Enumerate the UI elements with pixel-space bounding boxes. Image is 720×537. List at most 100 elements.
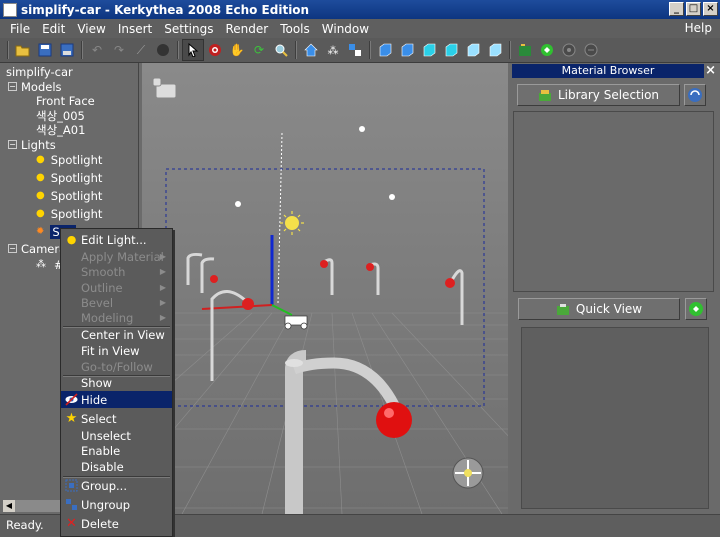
quick-view-icon — [556, 303, 569, 315]
bulb-icon: ● — [36, 154, 45, 165]
cube-front-icon[interactable] — [374, 39, 396, 61]
wand-icon[interactable]: ⟋ — [130, 39, 152, 61]
navigation-gizmo — [452, 457, 484, 489]
tree-light-item[interactable]: ● Spotlight — [36, 170, 102, 185]
submenu-arrow-icon: ▶ — [159, 313, 166, 322]
library-selection-button[interactable]: Library Selection — [517, 84, 680, 106]
cube-top-icon[interactable] — [462, 39, 484, 61]
menu-select[interactable]: ★ Select — [61, 410, 172, 427]
menu-center-in-view[interactable]: Center in View — [61, 326, 172, 343]
gear2-icon[interactable] — [580, 39, 602, 61]
menu-modeling[interactable]: Modeling ▶ — [61, 309, 172, 326]
close-icon[interactable]: × — [705, 63, 716, 78]
tree-root[interactable]: simplify-car — [6, 64, 73, 79]
app-icon — [3, 2, 17, 17]
sphere-icon[interactable] — [152, 39, 174, 61]
menu-edit-light[interactable]: ● Edit Light... — [61, 231, 172, 248]
menu-render[interactable]: Render — [219, 22, 274, 36]
material-library-area[interactable] — [513, 111, 714, 292]
material-browser-title: Material Browser — [512, 64, 704, 78]
menu-show[interactable]: Show — [61, 374, 172, 391]
bulb-icon: ● — [66, 233, 77, 246]
tree-model-item[interactable]: 색상_A01 — [36, 122, 85, 137]
tree-model-item[interactable]: Front Face — [36, 93, 95, 108]
tree-models-node[interactable]: − Models — [8, 79, 62, 94]
target-icon[interactable] — [204, 39, 226, 61]
context-menu: ● Edit Light... Apply Material ▶ Smooth ▶ O… — [60, 228, 173, 537]
submenu-arrow-icon: ▶ — [159, 252, 166, 261]
quick-view-button[interactable]: Quick View — [518, 298, 680, 320]
menu-go-to-follow[interactable]: Go-to/Follow — [61, 358, 172, 375]
menu-delete[interactable]: ✕ Delete — [61, 515, 172, 532]
menu-fit-in-view[interactable]: Fit in View — [61, 342, 172, 359]
refresh-button[interactable] — [684, 84, 706, 106]
tree-lights-node[interactable]: − Lights — [8, 137, 56, 152]
select-icon[interactable] — [182, 39, 204, 61]
undo-icon[interactable]: ↶ — [86, 39, 108, 61]
toolbar: ↶ ↷ ⟋ ✋ ⟳ ⁂ — [0, 38, 720, 63]
gear-icon[interactable] — [558, 39, 580, 61]
menu-hide[interactable]: Hide — [61, 391, 172, 408]
home-icon[interactable] — [300, 39, 322, 61]
menu-disable[interactable]: Disable — [61, 458, 172, 475]
group-icon — [65, 479, 78, 492]
maximize-button[interactable]: □ — [686, 2, 701, 16]
bulb-icon: ● — [36, 172, 45, 183]
menu-insert[interactable]: Insert — [112, 22, 158, 36]
menu-bar: File Edit View Insert Settings Render To… — [0, 19, 720, 38]
menu-edit[interactable]: Edit — [36, 22, 71, 36]
green-gear-icon — [689, 302, 703, 316]
menu-group[interactable]: Group... — [61, 477, 172, 494]
pan-icon[interactable]: ✋ — [226, 39, 248, 61]
menu-help[interactable]: Help — [685, 21, 712, 35]
green-gear-icon[interactable] — [536, 39, 558, 61]
toolbar-grip — [7, 41, 9, 59]
refresh-icon — [688, 88, 702, 102]
zoom-icon[interactable] — [270, 39, 292, 61]
title-bar: simplify-car - Kerkythea 2008 Echo Editi… — [0, 0, 720, 19]
tree-lights-label: Lights — [21, 137, 56, 152]
cube-right-icon[interactable] — [440, 39, 462, 61]
viewport-3d[interactable] — [142, 63, 508, 514]
save-icon[interactable] — [34, 39, 56, 61]
bulb-icon: ● — [36, 208, 45, 219]
menu-view[interactable]: View — [71, 22, 111, 36]
scene-canvas[interactable] — [142, 63, 508, 514]
tree-light-item[interactable]: ● Spotlight — [36, 152, 102, 167]
scroll-left-icon[interactable]: ◀ — [3, 500, 15, 512]
status-text: Ready. — [6, 518, 44, 532]
collapse-icon[interactable]: − — [8, 82, 17, 91]
minimize-button[interactable]: _ — [669, 2, 684, 16]
collapse-icon[interactable]: − — [8, 244, 17, 253]
open-icon[interactable] — [12, 39, 34, 61]
rotate-icon[interactable]: ⟳ — [248, 39, 270, 61]
menu-ungroup[interactable]: Ungroup — [61, 496, 172, 513]
quick-render-button[interactable] — [685, 298, 707, 320]
tree-light-item[interactable]: ● Spotlight — [36, 206, 102, 221]
ungroup-icon — [65, 498, 78, 511]
tree-cameras-node[interactable]: − Camera — [8, 241, 66, 256]
menu-settings[interactable]: Settings — [158, 22, 219, 36]
tree-light-item[interactable]: ● Spotlight — [36, 188, 102, 203]
menu-tools[interactable]: Tools — [274, 22, 316, 36]
fit-icon[interactable] — [344, 39, 366, 61]
submenu-arrow-icon: ▶ — [159, 267, 166, 276]
window-title: simplify-car - Kerkythea 2008 Echo Editi… — [21, 2, 310, 17]
cube-back-icon[interactable] — [396, 39, 418, 61]
close-button[interactable]: × — [703, 2, 718, 16]
camera-icon[interactable]: ⁂ — [322, 39, 344, 61]
hide-icon — [65, 393, 78, 406]
cube-left-icon[interactable] — [418, 39, 440, 61]
submenu-arrow-icon: ▶ — [159, 283, 166, 292]
save-as-icon[interactable] — [56, 39, 78, 61]
collapse-icon[interactable]: − — [8, 140, 17, 149]
menu-window[interactable]: Window — [316, 22, 375, 36]
menu-smooth[interactable]: Smooth ▶ — [61, 263, 172, 280]
redo-icon[interactable]: ↷ — [108, 39, 130, 61]
menu-enable[interactable]: Enable — [61, 442, 172, 459]
sun-icon: ✹ — [36, 226, 45, 237]
cube-bottom-icon[interactable] — [484, 39, 506, 61]
menu-file[interactable]: File — [4, 22, 36, 36]
quick-view-preview — [521, 327, 709, 509]
render-icon[interactable] — [514, 39, 536, 61]
